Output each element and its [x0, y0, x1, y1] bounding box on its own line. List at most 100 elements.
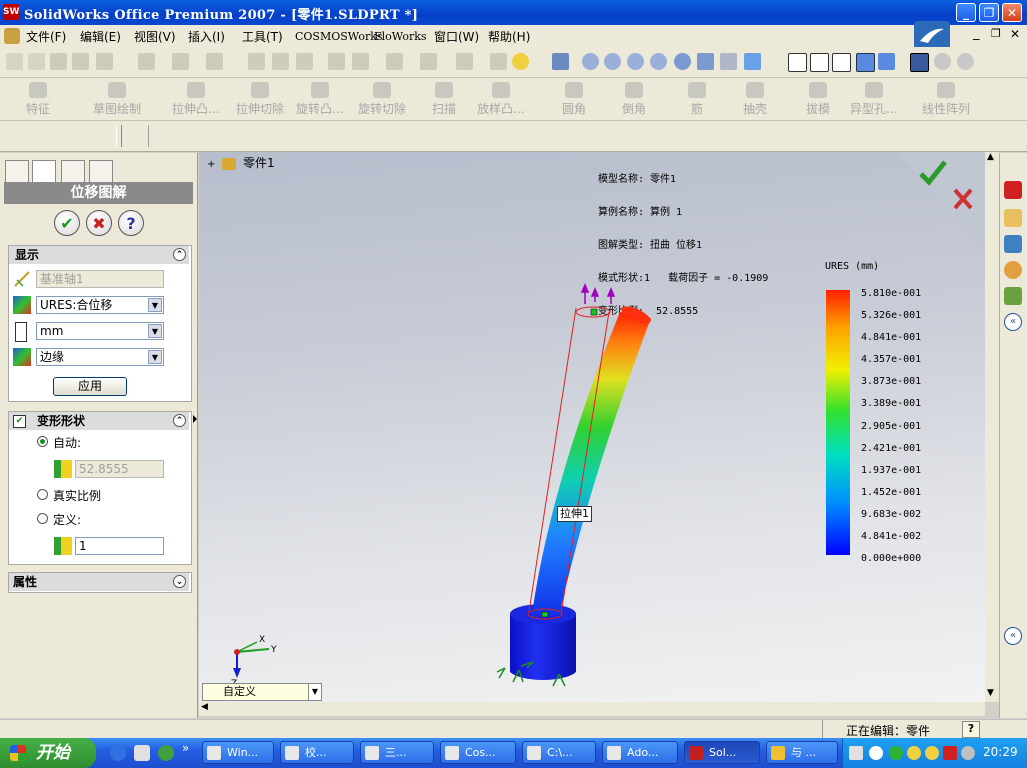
ok-button[interactable]: ✔ — [54, 210, 80, 236]
menu-help[interactable]: 帮助(H) — [488, 28, 530, 45]
cancel-button[interactable]: ✖ — [86, 210, 112, 236]
rebuild-icon[interactable] — [296, 53, 313, 70]
quick-tips-icon[interactable]: ? — [962, 721, 980, 738]
properties-icon[interactable] — [490, 53, 507, 70]
configuration-manager-tab-icon[interactable] — [61, 160, 85, 184]
file-explorer-icon[interactable] — [1004, 261, 1022, 279]
extrude-boss-button[interactable]: 拉伸凸... — [172, 82, 219, 117]
expand-chevron-icon[interactable]: ⌄ — [173, 575, 186, 588]
task-button[interactable]: Cos... — [440, 741, 516, 764]
minimize-button[interactable]: _ — [956, 3, 976, 22]
help-button[interactable]: ? — [118, 210, 144, 236]
revolve-boss-button[interactable]: 旋转凸... — [296, 82, 343, 117]
unit-select[interactable]: mm ▼ — [36, 322, 164, 340]
design-library-icon[interactable] — [1004, 235, 1022, 253]
collapse-chevron-icon[interactable]: ⌃ — [173, 414, 186, 427]
fillet-button[interactable]: 圆角 — [562, 82, 586, 117]
chevron-down-icon[interactable]: ▼ — [148, 350, 162, 364]
deform-group-header[interactable]: ✔ 变形形状 ⌃ — [9, 412, 189, 430]
feature-manager-tab-icon[interactable] — [5, 160, 29, 184]
solidworks-menu-icon[interactable] — [4, 28, 20, 44]
task-button[interactable]: 校... — [280, 741, 354, 764]
graphics-area[interactable]: + 零件1 模型名称: 零件1 算例名称: 算例 1 图解类型: 扭曲 位移1 … — [199, 152, 985, 702]
auto-scale-field[interactable]: 52.8555 — [75, 460, 164, 478]
hidden-lines-visible-icon[interactable] — [810, 53, 829, 72]
chevron-down-icon[interactable]: ▼ — [148, 298, 162, 312]
media-quicklaunch-icon[interactable] — [158, 745, 174, 761]
cosmos-manager-tab-icon[interactable] — [89, 160, 113, 184]
menu-insert[interactable]: 插入(I) — [188, 28, 225, 45]
sweep-button[interactable]: 扫描 — [432, 82, 456, 117]
deformed-beam[interactable] — [532, 312, 651, 616]
task-button[interactable]: 三... — [360, 741, 434, 764]
deformed-model-view[interactable]: Y X Z — [199, 152, 985, 702]
new-document-icon[interactable] — [6, 53, 23, 70]
shaded-with-edges-icon[interactable] — [856, 53, 875, 72]
horizontal-scrollbar[interactable]: ◀ — [199, 702, 985, 716]
ie-quicklaunch-icon[interactable] — [110, 745, 126, 761]
print-preview-icon[interactable] — [96, 53, 113, 70]
hole-wizard-button[interactable]: 异型孔... — [850, 82, 897, 117]
scroll-up-icon[interactable]: ▲ — [987, 152, 994, 162]
display-group-header[interactable]: 显示 ⌃ — [9, 246, 189, 264]
close-button[interactable]: ✕ — [1002, 3, 1022, 22]
standard-views-icon[interactable] — [744, 53, 761, 70]
apply-button[interactable]: 应用 — [53, 377, 127, 396]
qq-tray-icon[interactable] — [907, 746, 921, 760]
rotate-view-icon[interactable] — [674, 53, 691, 70]
feature-tag-callout[interactable]: 拉伸1 — [557, 506, 592, 522]
cut-icon[interactable] — [138, 53, 155, 70]
keyboard-tray-icon[interactable] — [849, 746, 863, 760]
menu-edit[interactable]: 编辑(E) — [80, 28, 121, 45]
shell-button[interactable]: 抽壳 — [743, 82, 767, 117]
zoom-to-selection-icon[interactable] — [650, 53, 667, 70]
options-icon[interactable] — [352, 53, 369, 70]
view-palette-icon[interactable] — [1004, 287, 1022, 305]
network-tray-icon[interactable] — [889, 746, 903, 760]
extrude-cut-button[interactable]: 拉伸切除 — [236, 82, 284, 117]
component-select[interactable]: URES:合位移 ▼ — [36, 296, 164, 314]
collapse-chevron-icon[interactable]: ⌃ — [173, 248, 186, 261]
doc-minimize-icon[interactable]: _ — [973, 26, 980, 41]
chevron-down-icon[interactable]: ▼ — [148, 324, 162, 338]
sketch-icon[interactable] — [386, 53, 403, 70]
redo-icon[interactable] — [206, 53, 223, 70]
wireframe-icon[interactable] — [788, 53, 807, 72]
defined-radio[interactable] — [37, 513, 48, 524]
view-orientation-dropdown[interactable]: 自定义 ▼ — [202, 683, 322, 701]
auto-radio[interactable] — [37, 436, 48, 447]
restore-button[interactable]: ❐ — [979, 3, 999, 22]
zoom-to-area-icon[interactable] — [604, 53, 621, 70]
save-icon[interactable] — [50, 53, 67, 70]
feature-tab-button[interactable]: 特征 — [26, 82, 50, 117]
menu-view[interactable]: 视图(V) — [134, 28, 176, 45]
tray-arrow-icon[interactable] — [869, 746, 883, 760]
loft-boss-button[interactable]: 放样凸... — [477, 82, 524, 117]
home-icon[interactable] — [1004, 209, 1022, 227]
deform-shape-checkbox[interactable]: ✔ — [13, 415, 26, 428]
chamfer-button[interactable]: 倒角 — [622, 82, 646, 117]
task-button-active[interactable]: Sol... — [684, 741, 760, 764]
scroll-down-icon[interactable]: ▼ — [987, 688, 994, 698]
fixture-point-marker[interactable] — [541, 611, 549, 618]
doc-restore-icon[interactable]: ❐ — [991, 27, 1001, 40]
volume-tray-icon[interactable] — [961, 746, 975, 760]
perspective-icon[interactable] — [934, 53, 951, 70]
task-button[interactable]: 与 ... — [766, 741, 838, 764]
zoom-in-out-icon[interactable] — [627, 53, 644, 70]
task-button[interactable]: Ado... — [602, 741, 678, 764]
menu-tools[interactable]: 工具(T) — [242, 28, 283, 45]
select-filter-icon[interactable] — [272, 53, 289, 70]
antivirus-tray-icon[interactable] — [943, 746, 957, 760]
menu-file[interactable]: 文件(F) — [26, 28, 66, 45]
select-icon[interactable] — [248, 53, 265, 70]
open-icon[interactable] — [28, 53, 45, 70]
expand-pane-icon[interactable]: « — [1004, 627, 1022, 645]
properties-group-header[interactable]: 属性 ⌄ — [9, 573, 189, 591]
undo-icon[interactable] — [172, 53, 189, 70]
qq-tray-icon[interactable] — [925, 746, 939, 760]
rib-button[interactable]: 筋 — [688, 82, 706, 117]
true-scale-radio[interactable] — [37, 489, 48, 500]
defined-scale-field[interactable]: 1 — [75, 537, 164, 555]
zoom-to-fit-icon[interactable] — [582, 53, 599, 70]
